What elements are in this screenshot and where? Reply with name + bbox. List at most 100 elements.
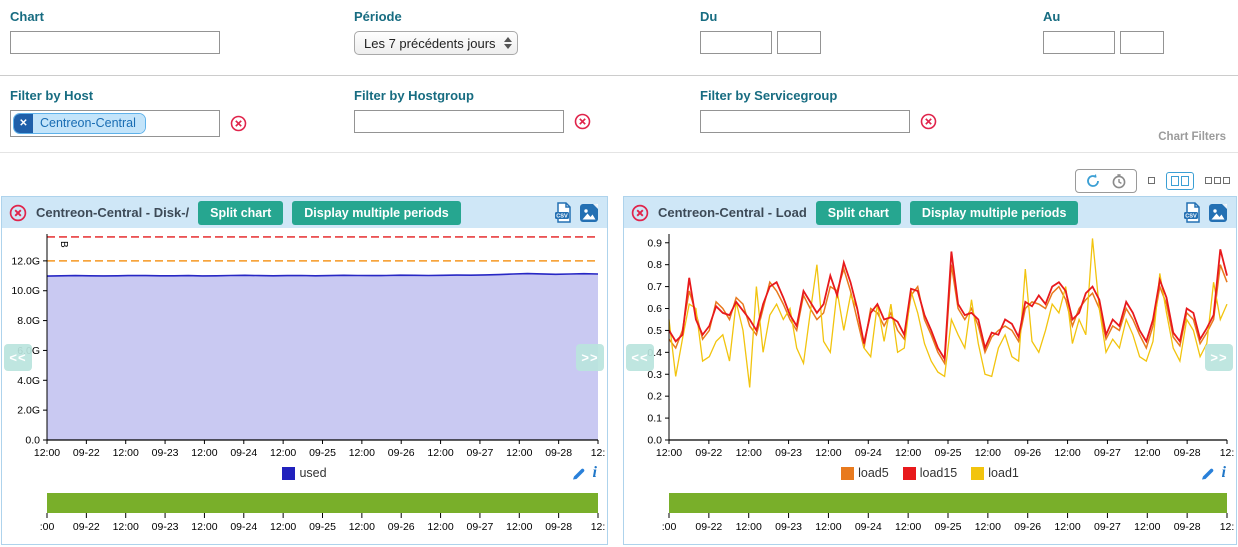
- du-time-input[interactable]: [777, 31, 821, 54]
- legend-item[interactable]: load5: [841, 466, 889, 480]
- status-timeline: :0009-2212:0009-2312:0009-2412:0009-2512…: [2, 493, 607, 535]
- svg-text:0.1: 0.1: [647, 413, 662, 425]
- disk-chart-plot[interactable]: 0.02.0G4.0G6.0G8.0G10.0G12.0G12:0009-221…: [2, 228, 607, 462]
- au-label: Au: [1043, 9, 1164, 24]
- svg-text:12:00: 12:00: [736, 521, 762, 533]
- svg-text:12:00: 12:00: [349, 521, 375, 533]
- svg-text:09-25: 09-25: [935, 447, 962, 459]
- layout-one-column-button[interactable]: [1148, 177, 1155, 184]
- svg-text:2.0G: 2.0G: [17, 405, 40, 417]
- clear-servicegroup-filter-icon[interactable]: [920, 113, 937, 130]
- servicegroup-filter-input[interactable]: [700, 110, 910, 133]
- clear-host-filter-icon[interactable]: [230, 115, 247, 132]
- chart-filters-panel: Chart Période Les 7 précédents jours Du …: [0, 0, 1238, 153]
- svg-text:09-26: 09-26: [388, 521, 415, 533]
- svg-text:0.5: 0.5: [647, 325, 662, 337]
- chart-filters-section-label: Chart Filters: [1158, 131, 1226, 143]
- svg-text:09-28: 09-28: [545, 521, 572, 533]
- refresh-controls-group: [1075, 169, 1137, 193]
- legend-swatch: [841, 467, 854, 480]
- host-tag-label: Centreon-Central: [33, 114, 145, 133]
- remove-host-tag-icon[interactable]: ✕: [14, 114, 33, 133]
- chart-legend: load5 load15 load1: [841, 466, 1019, 480]
- edit-icon[interactable]: [571, 466, 586, 481]
- svg-text:4.0G: 4.0G: [17, 375, 40, 387]
- legend-swatch: [971, 467, 984, 480]
- svg-text:10.0G: 10.0G: [11, 285, 40, 297]
- periode-selected-value: Les 7 précédents jours: [364, 36, 496, 51]
- svg-text:12:: 12:: [591, 521, 606, 533]
- legend-label: load1: [988, 466, 1019, 480]
- svg-text:12:00: 12:00: [815, 447, 841, 459]
- filter-by-host-label: Filter by Host: [10, 88, 247, 103]
- legend-swatch: [903, 467, 916, 480]
- display-multiple-periods-button[interactable]: Display multiple periods: [292, 201, 460, 225]
- legend-label: used: [299, 466, 326, 480]
- svg-text:CSV: CSV: [556, 214, 568, 220]
- refresh-icon[interactable]: [1085, 173, 1101, 189]
- export-csv-icon[interactable]: CSV: [1183, 202, 1202, 223]
- edit-icon[interactable]: [1200, 466, 1215, 481]
- svg-text:09-23: 09-23: [775, 521, 802, 533]
- layout-two-columns-button[interactable]: [1166, 172, 1194, 190]
- split-chart-button[interactable]: Split chart: [198, 201, 283, 225]
- load-chart-plot[interactable]: 0.00.10.20.30.40.50.60.70.80.912:0009-22…: [624, 228, 1236, 462]
- export-image-icon[interactable]: [579, 203, 599, 223]
- periode-label: Période: [354, 9, 518, 24]
- clear-hostgroup-filter-icon[interactable]: [574, 113, 591, 130]
- svg-text::00: :00: [40, 521, 55, 533]
- status-timeline: :0009-2212:0009-2312:0009-2412:0009-2512…: [624, 493, 1236, 535]
- svg-text:12:: 12:: [1220, 447, 1235, 459]
- svg-text:12:00: 12:00: [1134, 447, 1160, 459]
- load-chart-panel: Centreon-Central - Load Split chart Disp…: [623, 196, 1237, 545]
- svg-text:09-28: 09-28: [1174, 447, 1201, 459]
- du-date-input[interactable]: [700, 31, 772, 54]
- svg-text:09-22: 09-22: [73, 447, 100, 459]
- svg-text:09-27: 09-27: [1094, 447, 1121, 459]
- filter-by-hostgroup-label: Filter by Hostgroup: [354, 88, 591, 103]
- legend-swatch: [282, 467, 295, 480]
- svg-text:09-28: 09-28: [545, 447, 572, 459]
- legend-item[interactable]: load1: [971, 466, 1019, 480]
- scroll-left-button[interactable]: <<: [626, 344, 654, 371]
- hostgroup-filter-input[interactable]: [354, 110, 564, 133]
- periode-select[interactable]: Les 7 précédents jours: [354, 31, 518, 55]
- chart-filter-input[interactable]: [10, 31, 220, 54]
- legend-item[interactable]: used: [282, 466, 326, 480]
- svg-text:12:00: 12:00: [506, 521, 532, 533]
- svg-text:12:00: 12:00: [427, 447, 453, 459]
- filters-divider: [0, 75, 1238, 76]
- filter-by-servicegroup-label: Filter by Servicegroup: [700, 88, 937, 103]
- scroll-right-button[interactable]: >>: [576, 344, 604, 371]
- scroll-right-button[interactable]: >>: [1205, 344, 1233, 371]
- svg-text:0.9: 0.9: [647, 237, 662, 249]
- svg-text:CSV: CSV: [1185, 214, 1197, 220]
- split-chart-button[interactable]: Split chart: [816, 201, 901, 225]
- host-filter-input[interactable]: ✕ Centreon-Central: [10, 110, 220, 137]
- export-image-icon[interactable]: [1208, 203, 1228, 223]
- layout-three-columns-button[interactable]: [1205, 177, 1230, 184]
- remove-chart-icon[interactable]: [9, 204, 27, 222]
- svg-text:0.0: 0.0: [25, 435, 40, 447]
- svg-text:12:00: 12:00: [113, 521, 139, 533]
- load-chart-header: Centreon-Central - Load Split chart Disp…: [624, 197, 1236, 228]
- svg-text:09-22: 09-22: [695, 521, 722, 533]
- svg-text:0.7: 0.7: [647, 281, 662, 293]
- legend-item[interactable]: load15: [903, 466, 958, 480]
- svg-text:12:00: 12:00: [975, 521, 1001, 533]
- scroll-left-button[interactable]: <<: [4, 344, 32, 371]
- select-arrows-icon: [504, 37, 512, 49]
- info-icon[interactable]: i: [1222, 464, 1226, 482]
- svg-text:09-27: 09-27: [466, 447, 493, 459]
- remove-chart-icon[interactable]: [631, 204, 649, 222]
- disk-chart-header: Centreon-Central - Disk-/ Split chart Di…: [2, 197, 607, 228]
- svg-text:12:00: 12:00: [1054, 447, 1080, 459]
- clock-icon[interactable]: [1111, 173, 1127, 189]
- info-icon[interactable]: i: [593, 464, 597, 482]
- export-csv-icon[interactable]: CSV: [554, 202, 573, 223]
- au-date-input[interactable]: [1043, 31, 1115, 54]
- svg-text:09-22: 09-22: [695, 447, 722, 459]
- au-time-input[interactable]: [1120, 31, 1164, 54]
- display-multiple-periods-button[interactable]: Display multiple periods: [910, 201, 1078, 225]
- svg-text:09-23: 09-23: [775, 447, 802, 459]
